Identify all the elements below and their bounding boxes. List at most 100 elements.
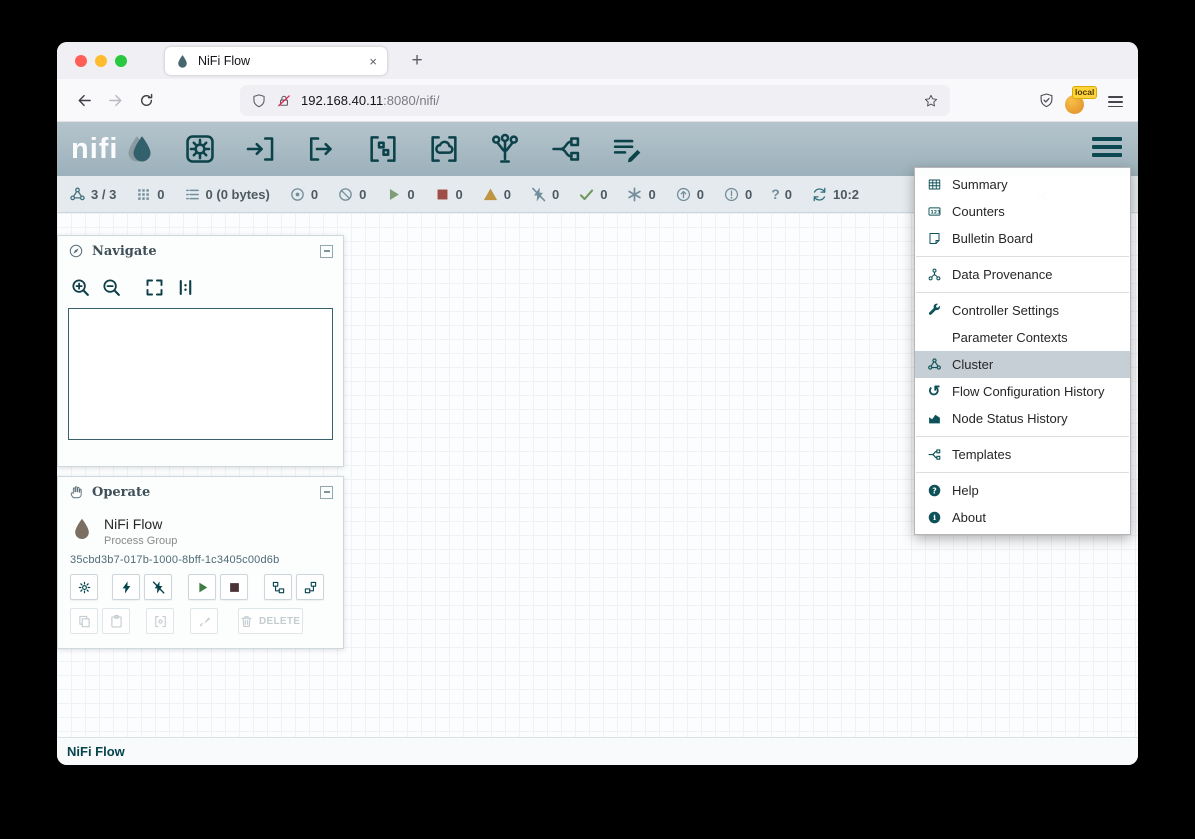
zoom-fit-button[interactable]	[142, 275, 166, 299]
global-menu-button[interactable]	[1092, 137, 1122, 157]
paste-icon	[109, 614, 124, 629]
disable-all-controller-services-button[interactable]	[144, 574, 172, 600]
navigate-title: Navigate	[92, 244, 157, 259]
status-refresh[interactable]: 10:2	[811, 186, 859, 203]
new-tab-button[interactable]: +	[401, 42, 433, 79]
zoom-in-button[interactable]	[68, 275, 92, 299]
tab-title: NiFi Flow	[198, 54, 250, 68]
breadcrumb[interactable]: NiFi Flow	[67, 744, 125, 759]
status-stopped-value: 0	[456, 187, 463, 202]
status-disabled-value: 0	[552, 187, 559, 202]
menu-item-cluster[interactable]: Cluster	[915, 351, 1130, 378]
enable-all-controller-services-button[interactable]	[112, 574, 140, 600]
controller-settings-icon-cell	[925, 303, 943, 318]
minimize-window-button[interactable]	[95, 55, 107, 67]
menu-item-label: Summary	[952, 177, 1008, 192]
status-queued: 0 (0 bytes)	[184, 186, 270, 203]
url-path: :8080/nifi/	[383, 93, 439, 108]
menu-item-flow-configuration-history[interactable]: ↺Flow Configuration History	[915, 378, 1130, 405]
navigate-collapse-button[interactable]	[320, 245, 333, 258]
protections-shield-icon[interactable]	[1038, 92, 1055, 109]
operate-collapse-button[interactable]	[320, 486, 333, 499]
menu-item-data-provenance[interactable]: Data Provenance	[915, 261, 1130, 288]
help-icon-cell	[925, 483, 943, 498]
status-locally-modified-value: 0	[648, 187, 655, 202]
back-button[interactable]	[69, 85, 100, 116]
remote-process-group-toolbar-item[interactable]	[427, 132, 461, 166]
zoom-actual-size-button[interactable]	[173, 275, 197, 299]
group-button	[146, 608, 174, 634]
input-port-toolbar-item[interactable]	[244, 132, 278, 166]
close-tab-icon[interactable]: ×	[369, 54, 377, 69]
reload-button[interactable]	[131, 85, 162, 116]
template-icon	[549, 132, 583, 166]
menu-item-node-status-history[interactable]: Node Status History	[915, 405, 1130, 432]
fullscreen-window-button[interactable]	[115, 55, 127, 67]
cluster-icon-cell	[925, 357, 943, 372]
disabled-icon	[530, 186, 547, 203]
hand-icon	[68, 484, 84, 500]
menu-item-label: Data Provenance	[952, 267, 1052, 282]
browser-tab[interactable]: NiFi Flow ×	[165, 47, 387, 75]
tab-bar: NiFi Flow × +	[57, 42, 1138, 79]
label-toolbar-item[interactable]	[610, 132, 644, 166]
funnel-toolbar-item[interactable]	[488, 132, 522, 166]
stop-button[interactable]	[220, 574, 248, 600]
operate-title: Operate	[92, 485, 150, 500]
menu-item-controller-settings[interactable]: Controller Settings	[915, 297, 1130, 324]
output-port-toolbar-item[interactable]	[305, 132, 339, 166]
menu-item-parameter-contexts[interactable]: Parameter Contexts	[915, 324, 1130, 351]
tracking-shield-icon[interactable]	[251, 93, 267, 109]
copy-icon	[77, 614, 92, 629]
upload-template-button[interactable]	[264, 574, 292, 600]
status-stale-value: 0	[697, 187, 704, 202]
browser-toolbar: 192.168.40.11:8080/nifi/ local	[57, 79, 1138, 122]
menu-item-bulletin-board[interactable]: Bulletin Board	[915, 225, 1130, 252]
nifi-favicon-icon	[175, 54, 190, 69]
browser-window: NiFi Flow × + 192.168.40.11:8080/nifi/ l…	[57, 42, 1138, 765]
create-template-button[interactable]	[296, 574, 324, 600]
start-button[interactable]	[188, 574, 216, 600]
group-icon	[153, 614, 168, 629]
menu-item-label: Controller Settings	[952, 303, 1059, 318]
transmitting-icon	[289, 186, 306, 203]
status-sync-failure: ?0	[771, 187, 792, 202]
status-invalid: 0	[482, 186, 511, 203]
menu-item-counters[interactable]: Counters	[915, 198, 1130, 225]
url-bar[interactable]: 192.168.40.11:8080/nifi/	[240, 85, 950, 116]
browser-menu-button[interactable]	[1108, 96, 1123, 107]
create-template-icon	[303, 580, 318, 595]
refresh-icon	[811, 186, 828, 203]
menu-item-templates[interactable]: Templates	[915, 441, 1130, 468]
counters-icon	[927, 204, 942, 219]
operate-buttons-row1	[58, 566, 343, 600]
profile-button[interactable]: local	[1065, 88, 1093, 114]
status-locally-modified: 0	[626, 186, 655, 203]
birdseye-minimap[interactable]	[68, 308, 333, 440]
processor-toolbar-item[interactable]	[183, 132, 217, 166]
desktop: NiFi Flow × + 192.168.40.11:8080/nifi/ l…	[0, 0, 1195, 839]
connected-nodes-icon	[69, 186, 86, 203]
selected-component-meta: NiFi Flow Process Group	[104, 514, 177, 547]
insecure-lock-icon[interactable]	[276, 93, 292, 109]
template-toolbar-item[interactable]	[549, 132, 583, 166]
zoom-out-icon	[101, 277, 122, 298]
global-menu: Summary Counters Bulletin Board Data Proven…	[914, 167, 1131, 535]
menu-item-label: Flow Configuration History	[952, 384, 1104, 399]
zoom-out-button[interactable]	[99, 275, 123, 299]
menu-divider	[916, 256, 1129, 257]
label-icon	[610, 132, 644, 166]
configuration-button[interactable]	[70, 574, 98, 600]
compass-icon	[68, 243, 84, 259]
menu-item-about[interactable]: About	[915, 504, 1130, 531]
forward-button	[100, 85, 131, 116]
start-icon	[195, 580, 210, 595]
status-connected-nodes-value: 3 / 3	[91, 187, 116, 202]
process-group-toolbar-item[interactable]	[366, 132, 400, 166]
menu-item-help[interactable]: Help	[915, 477, 1130, 504]
bookmark-star-icon[interactable]	[923, 93, 939, 109]
menu-item-summary[interactable]: Summary	[915, 171, 1130, 198]
menu-item-label: Counters	[952, 204, 1005, 219]
close-window-button[interactable]	[75, 55, 87, 67]
status-running: 0	[385, 186, 414, 203]
